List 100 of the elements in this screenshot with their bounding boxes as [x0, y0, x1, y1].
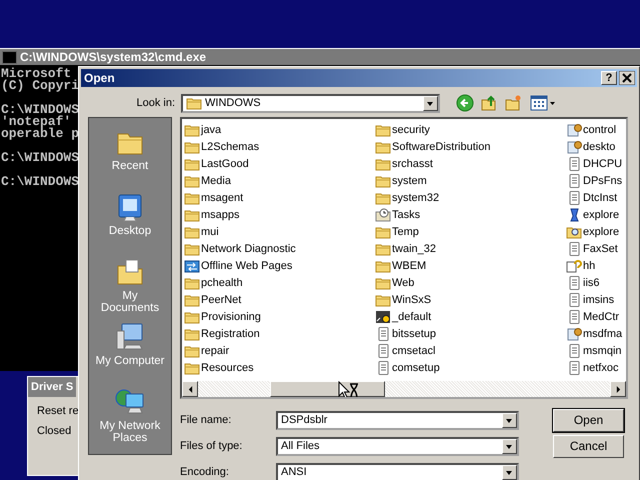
cancel-button[interactable]: Cancel [553, 434, 624, 458]
scroll-right-icon[interactable] [610, 381, 626, 397]
help-file-icon [566, 258, 582, 272]
encoding-dropdown[interactable]: ANSI [276, 462, 519, 480]
file-item[interactable]: SoftwareDistribution [375, 138, 566, 155]
folder-icon [184, 344, 200, 358]
console-line: 'notepaf' [1, 116, 72, 128]
file-item[interactable]: srchasst [375, 155, 566, 172]
encoding-label: Encoding: [180, 466, 230, 478]
places-item[interactable]: Desktop [90, 191, 170, 256]
open-button[interactable]: Open [553, 408, 624, 432]
folder-icon [375, 190, 391, 204]
file-item[interactable]: DHCPU [566, 155, 626, 172]
file-item[interactable]: Registration [184, 325, 375, 342]
file-name-field[interactable]: DSPdsblr [276, 410, 519, 430]
console-line: C:\WINDOWS [1, 152, 80, 164]
file-item[interactable]: WinSxS [375, 291, 566, 308]
folder-icon [375, 174, 391, 188]
help-button[interactable]: ? [601, 71, 617, 85]
settings-file-icon [566, 140, 582, 154]
file-type-label: Files of type: [180, 440, 244, 452]
file-item[interactable]: security [375, 121, 566, 138]
file-item[interactable]: explore [566, 223, 626, 240]
status-text: Reset re [37, 405, 79, 417]
file-item[interactable]: bitssetup [375, 325, 566, 342]
file-item[interactable]: system [375, 172, 566, 189]
folder-icon [375, 242, 391, 256]
file-item[interactable]: mui [184, 223, 375, 240]
file-item[interactable]: Resources [184, 359, 375, 376]
places-item[interactable]: Recent [90, 126, 170, 191]
file-item[interactable]: Offline Web Pages [184, 257, 375, 274]
file-item[interactable]: FaxSet [566, 240, 626, 257]
look-in-dropdown[interactable]: WINDOWS [181, 94, 440, 112]
file-item[interactable]: iis6 [566, 274, 626, 291]
file-item[interactable]: repair [184, 342, 375, 359]
file-item[interactable]: deskto [566, 138, 626, 155]
file-item[interactable]: java [184, 121, 375, 138]
file-item[interactable]: cmsetacl [375, 342, 566, 359]
folder-icon [184, 276, 200, 290]
file-name-label: File name: [180, 414, 232, 426]
search-folder-icon [566, 224, 582, 238]
horizontal-scrollbar[interactable] [182, 381, 626, 397]
file-item[interactable]: explore [566, 206, 626, 223]
file-item[interactable]: system32 [375, 189, 566, 206]
file-item[interactable]: msmqin [566, 342, 626, 359]
file-item[interactable]: PeerNet [184, 291, 375, 308]
folder-icon [375, 224, 391, 238]
file-type-dropdown[interactable]: All Files [276, 436, 519, 456]
view-menu-icon[interactable] [530, 94, 556, 112]
console-line: C:\WINDOWS [1, 176, 80, 188]
console-line: Microsoft [1, 68, 72, 80]
file-item[interactable]: msagent [184, 189, 375, 206]
file-item[interactable]: comsetup [375, 359, 566, 376]
file-item[interactable]: WBEM [375, 257, 566, 274]
places-item[interactable]: My Network Places [90, 386, 170, 451]
folder-icon [184, 156, 200, 170]
places-item[interactable]: My Computer [90, 321, 170, 386]
file-item[interactable]: twain_32 [375, 240, 566, 257]
file-item[interactable]: DPsFns [566, 172, 626, 189]
arrows-icon [184, 258, 200, 272]
file-item[interactable]: Provisioning [184, 308, 375, 325]
back-icon[interactable] [456, 94, 474, 112]
folder-icon [186, 96, 202, 110]
file-item[interactable]: MedCtr [566, 308, 626, 325]
file-item[interactable]: imsins [566, 291, 626, 308]
folder-icon [375, 122, 391, 136]
file-item[interactable]: msapps [184, 206, 375, 223]
file-item[interactable]: netfxoc [566, 359, 626, 376]
folder-icon [184, 360, 200, 374]
file-item[interactable]: hh [566, 257, 626, 274]
folder-icon [184, 326, 200, 340]
file-item[interactable]: pchealth [184, 274, 375, 291]
new-folder-icon[interactable] [504, 94, 522, 112]
file-item[interactable]: msdfma [566, 325, 626, 342]
up-folder-icon[interactable] [480, 94, 498, 112]
folder-icon [184, 174, 200, 188]
file-item[interactable]: Web [375, 274, 566, 291]
folder-icon [184, 140, 200, 154]
folder-icon [184, 122, 200, 136]
file-item[interactable]: control [566, 121, 626, 138]
settings-file-icon [566, 326, 582, 340]
file-item[interactable]: DtcInst [566, 189, 626, 206]
file-item[interactable]: L2Schemas [184, 138, 375, 155]
dialog-title: Open [83, 71, 115, 85]
file-item[interactable]: Network Diagnostic [184, 240, 375, 257]
file-item[interactable]: Tasks [375, 206, 566, 223]
clock-folder-icon [375, 208, 391, 222]
settings-file-icon [566, 122, 582, 136]
scroll-left-icon[interactable] [182, 381, 198, 397]
folder-icon [184, 292, 200, 306]
file-item[interactable]: _default [375, 308, 566, 325]
file-item[interactable]: Media [184, 172, 375, 189]
file-item[interactable]: LastGood [184, 155, 375, 172]
folder-icon [184, 190, 200, 204]
console-line: (C) Copyri [1, 80, 80, 92]
folder-icon [375, 140, 391, 154]
folder-icon [375, 292, 391, 306]
close-icon[interactable] [619, 71, 635, 85]
places-item[interactable]: My Documents [90, 256, 170, 321]
file-item[interactable]: Temp [375, 223, 566, 240]
